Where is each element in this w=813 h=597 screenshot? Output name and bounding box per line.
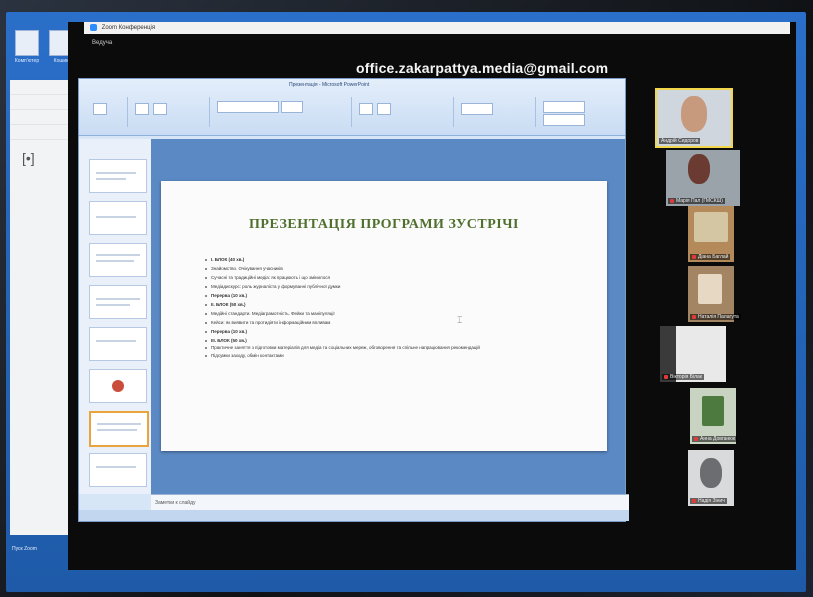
ppt-window-title: Презентація - Microsoft PowerPoint: [289, 82, 370, 88]
mic-muted-icon: [664, 374, 668, 379]
bullet-item: ІІ. БЛОК (50 хв.): [205, 300, 585, 309]
computer-icon: [15, 30, 39, 56]
participant-video: [681, 96, 707, 132]
ribbon-group-font: [211, 97, 352, 127]
participant-tile[interactable]: Наталія Палагута: [688, 266, 741, 322]
mouse-cursor-icon: ⌶: [457, 315, 463, 325]
bullet-item: Перерва (10 хв.): [205, 327, 585, 336]
bullets-button[interactable]: [359, 103, 373, 115]
participant-tile[interactable]: Надія Зінич: [688, 450, 734, 506]
bullet-item: Медійні стандарти. Медіаграмотність. Фей…: [205, 309, 585, 318]
participant-name: Надія Зінич: [690, 498, 727, 504]
mic-muted-icon: [692, 314, 696, 319]
ppt-status-bar: [79, 510, 629, 521]
participant-video: [702, 396, 724, 426]
participant-tile[interactable]: Діана Баглай: [688, 206, 734, 262]
bullet-item: Підсумки заходу, обмін контактами: [205, 351, 585, 360]
participant-tile[interactable]: Марія Пал (ГМСКШ): [666, 150, 740, 206]
slide-thumbnail-selected[interactable]: [89, 411, 149, 447]
desktop-icon-label: Комп'ютер: [14, 58, 40, 64]
current-slide[interactable]: ПРЕЗЕНТАЦІЯ ПРОГРАМИ ЗУСТРІЧІ І. БЛОК (4…: [161, 181, 607, 451]
mic-muted-icon: [670, 198, 674, 203]
slide-notes-field[interactable]: Заметки к слайду: [151, 494, 629, 511]
photo-thumbnail: [112, 380, 124, 392]
ribbon-group-clipboard: [87, 97, 128, 127]
participant-name: Андрій Сидоров: [659, 138, 701, 144]
ppt-ribbon: Презентація - Microsoft PowerPoint: [79, 79, 625, 136]
mic-muted-icon: [692, 254, 696, 259]
shared-screen-powerpoint: Презентація - Microsoft PowerPoint ПРЕЗЕ…: [78, 78, 629, 522]
zoom-titlebar: Zoom Конференція: [84, 22, 790, 34]
bullet-item: І. БЛОК (40 хв.): [205, 255, 585, 264]
participant-video: [694, 212, 728, 242]
ribbon-group-editing: [537, 97, 617, 127]
bullet-item: ІІІ. БЛОК (50 хв.): [205, 336, 585, 345]
slide-thumbnail[interactable]: [89, 159, 147, 193]
slide-thumbnail[interactable]: [89, 285, 147, 319]
ribbon-group-paragraph: [353, 97, 454, 127]
slide-bullet-list: І. БЛОК (40 хв.) Знайомство. Очікування …: [205, 255, 585, 360]
ribbon-group-slides: [129, 97, 210, 127]
shapes-button[interactable]: [461, 103, 493, 115]
bullet-item: Знайомство. Очікування учасників: [205, 264, 585, 273]
participant-name: Анна Довганюк: [692, 436, 738, 442]
participant-name: Діана Баглай: [690, 254, 731, 260]
slide-thumbnail[interactable]: [89, 201, 147, 235]
participant-name: Марія Пал (ГМСКШ): [668, 198, 725, 204]
background-window: [10, 80, 73, 535]
bullet-item: Сучасні та традиційні медіа: як працюють…: [205, 273, 585, 282]
paste-button[interactable]: [93, 103, 107, 115]
mic-muted-icon: [692, 498, 696, 503]
slide-thumbnail[interactable]: [89, 369, 147, 403]
share-status-label: Ведуча: [92, 40, 113, 46]
slides-thumbnail-panel: [79, 139, 152, 494]
layout-button[interactable]: [153, 103, 167, 115]
numbering-button[interactable]: [377, 103, 391, 115]
participant-video: [688, 154, 710, 184]
participant-tile[interactable]: Анна Довганюк: [690, 388, 738, 444]
font-size-select[interactable]: [281, 101, 303, 113]
slide-thumbnail[interactable]: [89, 453, 147, 487]
fullscreen-icon[interactable]: [•]: [22, 150, 35, 166]
font-family-select[interactable]: [217, 101, 279, 113]
participant-video: [698, 274, 722, 304]
bullet-item: Медіадискурс: роль журналіста у формуван…: [205, 282, 585, 291]
mic-muted-icon: [694, 436, 698, 441]
desktop-icon-computer[interactable]: Комп'ютер: [12, 30, 42, 64]
ribbon-group-drawing: [455, 97, 536, 127]
watermark-email: office.zakarpattya.media@gmail.com: [356, 60, 609, 76]
participant-video: [700, 458, 722, 488]
participant-name: Наталія Палагута: [690, 314, 741, 320]
zoom-window-title: Zoom Конференція: [101, 25, 156, 31]
bullet-item: Кейси: як виявити та протидіяти інформац…: [205, 318, 585, 327]
bullet-item: Перерва (10 хв.): [205, 291, 585, 300]
new-slide-button[interactable]: [135, 103, 149, 115]
find-button[interactable]: [543, 101, 585, 113]
slide-thumbnail[interactable]: [89, 327, 147, 361]
taskbar-label: Пуск Zoom: [12, 546, 37, 552]
zoom-app-icon: [90, 23, 97, 31]
participant-tile[interactable]: Вікторія Білак: [660, 326, 726, 382]
participant-name: Вікторія Білак: [662, 374, 704, 380]
slide-title: ПРЕЗЕНТАЦІЯ ПРОГРАМИ ЗУСТРІЧІ: [249, 217, 519, 232]
replace-button[interactable]: [543, 114, 585, 126]
participant-tile[interactable]: Андрій Сидоров: [655, 88, 733, 148]
slide-thumbnail[interactable]: [89, 243, 147, 277]
